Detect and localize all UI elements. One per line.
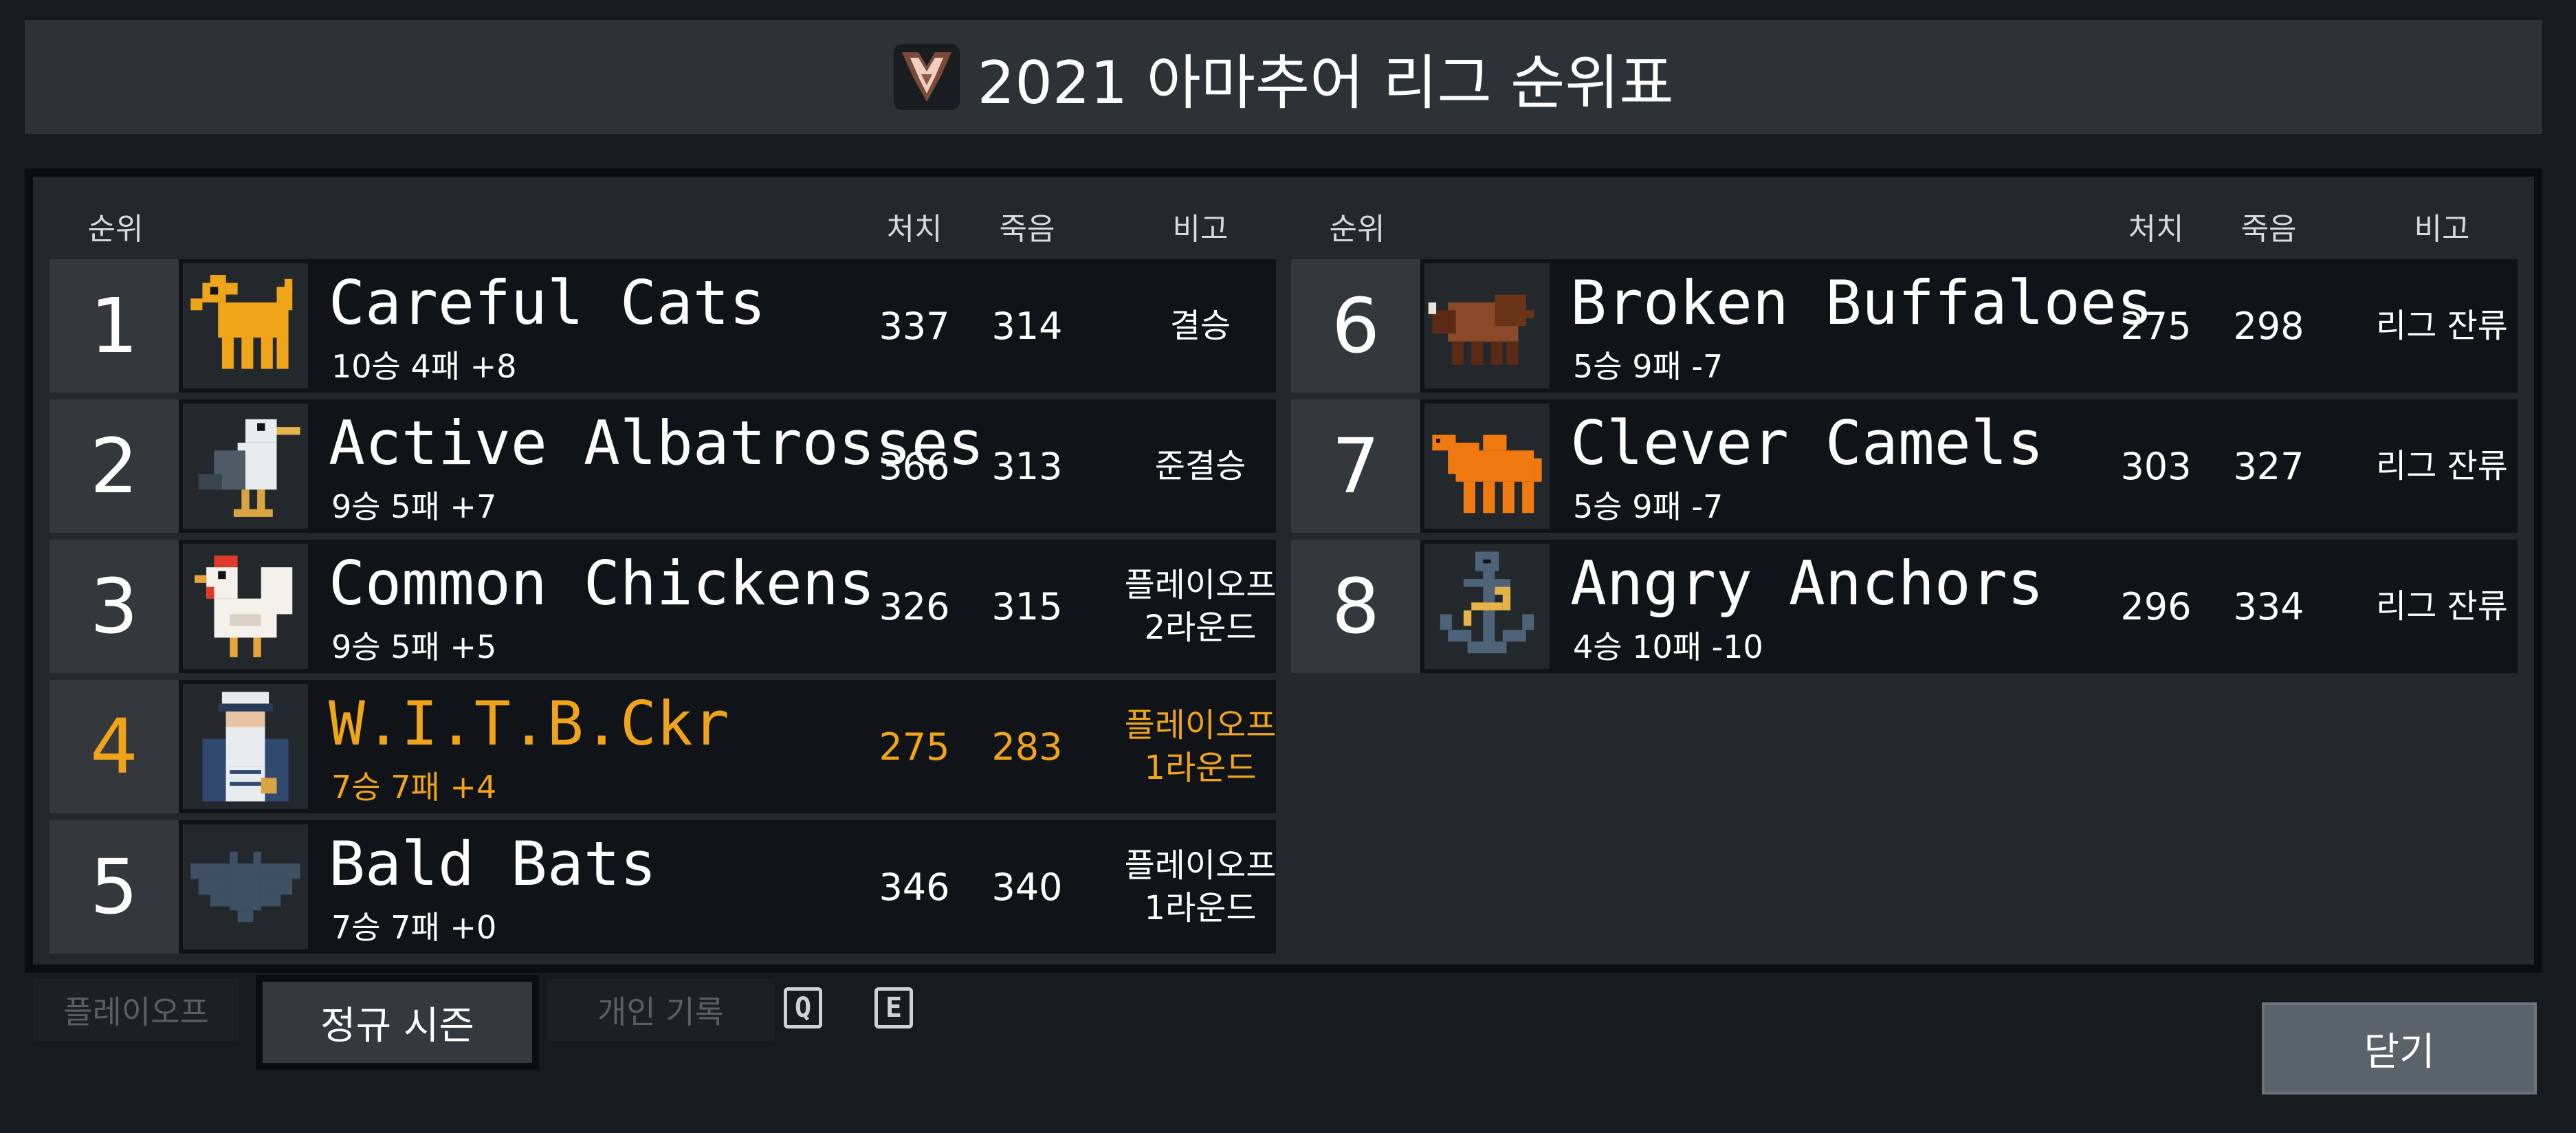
deaths-value: 283 bbox=[991, 725, 1063, 769]
title-bar: 2021 아마추어 리그 순위표 bbox=[25, 20, 2542, 134]
note-value: 플레이오프 1라운드 bbox=[1124, 705, 1277, 787]
team-record: 5승 9패 -7 bbox=[1573, 488, 1724, 525]
team-record: 4승 10패 -10 bbox=[1573, 628, 1763, 666]
team-record: 7승 7패 +4 bbox=[331, 769, 497, 806]
deaths-value: 315 bbox=[991, 584, 1063, 628]
header-deaths-right: 죽음 bbox=[2241, 212, 2297, 247]
note-value: 리그 잔류 bbox=[2376, 586, 2508, 626]
rank-number: 3 bbox=[49, 540, 179, 673]
team-record: 5승 9패 -7 bbox=[1573, 348, 1724, 385]
team-row-5[interactable]: 5 Bald Bats 7승 7패 +0 346 340 플레이오프 1라운드 bbox=[49, 820, 1276, 954]
league-emblem-icon bbox=[893, 44, 960, 110]
team-row-2[interactable]: 2 Active Albatrosses 9승 5패 +7 366 313 준결… bbox=[49, 399, 1276, 533]
deaths-value: 298 bbox=[2233, 304, 2304, 348]
sailor-icon bbox=[183, 684, 308, 809]
team-name: Clever Camels bbox=[1570, 408, 2044, 478]
chicken-icon bbox=[183, 544, 308, 669]
bat-icon bbox=[183, 824, 308, 949]
note-value: 플레이오프 2라운드 bbox=[1124, 565, 1277, 647]
header-rank-left: 순위 bbox=[87, 212, 144, 247]
header-deaths-left: 죽음 bbox=[999, 212, 1055, 247]
header-kills-left: 처치 bbox=[886, 212, 943, 247]
rank-number: 1 bbox=[49, 259, 179, 393]
tab-bar: 플레이오프 정규 시즌 개인 기록 Q E bbox=[25, 975, 987, 1119]
close-button[interactable]: 닫기 bbox=[2262, 1002, 2537, 1094]
note-value: 준결승 bbox=[1154, 446, 1246, 485]
team-name: Common Chickens bbox=[329, 548, 875, 619]
tab-regular-season[interactable]: 정규 시즌 bbox=[263, 982, 532, 1063]
kills-value: 326 bbox=[879, 584, 950, 628]
kills-value: 275 bbox=[879, 725, 950, 769]
rank-number: 2 bbox=[49, 399, 179, 533]
tab-playoff[interactable]: 플레이오프 bbox=[33, 979, 239, 1041]
deaths-value: 314 bbox=[991, 304, 1063, 348]
standings-board: 순위 처치 죽음 비고 순위 처치 죽음 비고 1 Careful Cats 1… bbox=[25, 168, 2542, 973]
kills-value: 296 bbox=[2120, 584, 2192, 628]
team-row-6[interactable]: 6 Broken Buffaloes 5승 9패 -7 275 298 리그 잔… bbox=[1291, 259, 2518, 393]
rank-number: 5 bbox=[49, 820, 179, 954]
team-record: 9승 5패 +5 bbox=[331, 628, 497, 666]
kills-value: 275 bbox=[2120, 304, 2192, 348]
team-record: 10승 4패 +8 bbox=[331, 348, 517, 385]
kills-value: 303 bbox=[2120, 444, 2192, 488]
e-key-icon: E bbox=[874, 987, 913, 1028]
team-row-4[interactable]: 4 W.I.T.B.Ckr 7승 7패 +4 275 283 플레이오프 1라운… bbox=[49, 680, 1276, 813]
rank-number: 6 bbox=[1291, 259, 1420, 393]
deaths-value: 334 bbox=[2233, 584, 2304, 628]
rank-number: 8 bbox=[1291, 540, 1420, 673]
team-name: Broken Buffaloes bbox=[1570, 267, 2153, 338]
tab-personal-record[interactable]: 개인 기록 bbox=[547, 979, 774, 1041]
deaths-value: 327 bbox=[2233, 444, 2304, 488]
kills-value: 346 bbox=[879, 865, 950, 909]
team-row-8[interactable]: 8 Angry Anchors 4승 10패 -10 296 334 리그 잔류 bbox=[1291, 540, 2518, 673]
kills-value: 337 bbox=[879, 304, 950, 348]
rank-number: 7 bbox=[1291, 399, 1420, 533]
note-value: 리그 잔류 bbox=[2376, 306, 2508, 345]
team-name: Bald Bats bbox=[329, 828, 657, 899]
team-row-7[interactable]: 7 Clever Camels 5승 9패 -7 303 327 리그 잔류 bbox=[1291, 399, 2518, 533]
deaths-value: 340 bbox=[991, 865, 1063, 909]
header-kills-right: 처치 bbox=[2128, 212, 2184, 247]
camel-icon bbox=[1424, 404, 1550, 529]
team-record: 7승 7패 +0 bbox=[331, 909, 497, 946]
team-row-1[interactable]: 1 Careful Cats 10승 4패 +8 337 314 결승 bbox=[49, 259, 1276, 393]
team-row-3[interactable]: 3 Common Chickens 9승 5패 +5 326 315 플레이오프… bbox=[49, 540, 1276, 673]
team-name: Angry Anchors bbox=[1570, 548, 2044, 619]
anchor-icon bbox=[1424, 544, 1550, 669]
header-notes-left: 비고 bbox=[1172, 212, 1229, 247]
header-rank-right: 순위 bbox=[1329, 212, 1385, 247]
team-name: Careful Cats bbox=[329, 267, 766, 338]
team-name: W.I.T.B.Ckr bbox=[329, 688, 729, 759]
rank-number: 4 bbox=[49, 680, 179, 813]
albatross-icon bbox=[183, 404, 308, 529]
page-title: 2021 아마추어 리그 순위표 bbox=[977, 48, 1674, 118]
kills-value: 366 bbox=[879, 444, 950, 488]
note-value: 플레이오프 1라운드 bbox=[1124, 846, 1277, 927]
q-key-icon: Q bbox=[784, 987, 822, 1028]
buffalo-icon bbox=[1424, 263, 1550, 388]
cat-icon bbox=[183, 263, 308, 388]
header-notes-right: 비고 bbox=[2414, 212, 2470, 247]
note-value: 결승 bbox=[1169, 306, 1231, 345]
deaths-value: 313 bbox=[991, 444, 1063, 488]
team-record: 9승 5패 +7 bbox=[331, 488, 497, 525]
note-value: 리그 잔류 bbox=[2376, 446, 2508, 485]
